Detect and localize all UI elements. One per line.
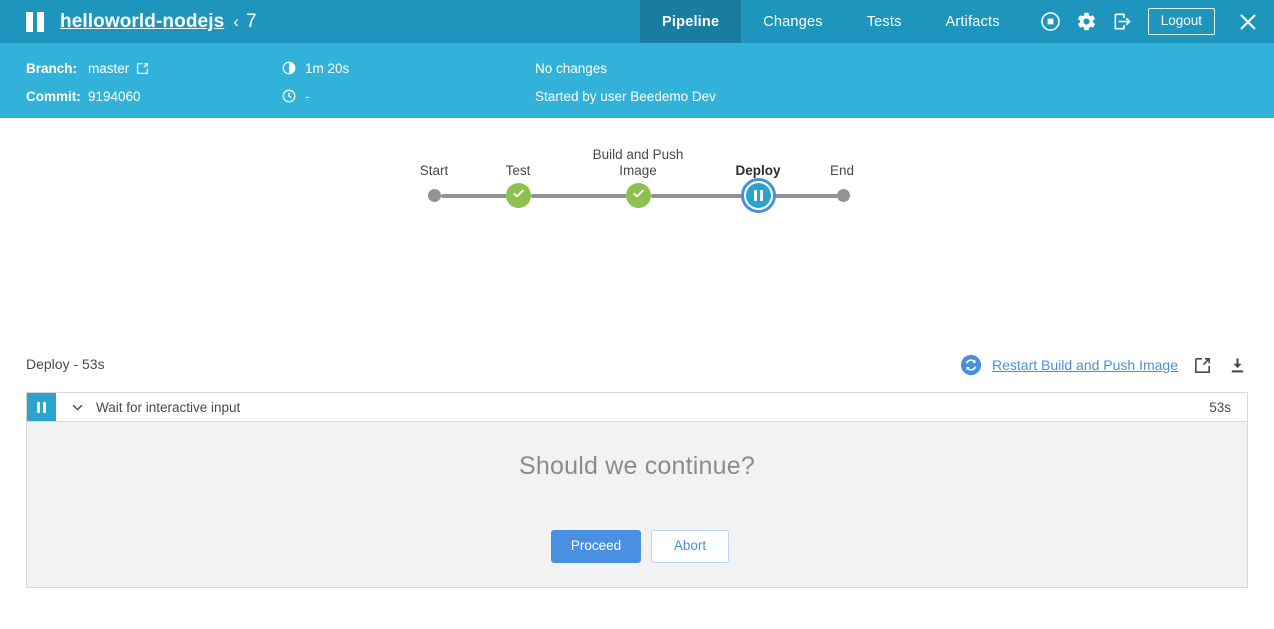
step-list: Wait for interactive input 53s Should we… xyxy=(26,392,1248,588)
stage-result-title: Deploy - 53s xyxy=(26,356,105,372)
pause-bars xyxy=(37,401,46,413)
stage-result-header: Deploy - 53s Restart Build and Push Imag… xyxy=(0,354,1274,388)
top-bar-spacer xyxy=(257,0,641,43)
external-link-icon[interactable] xyxy=(136,62,149,75)
stop-icon[interactable] xyxy=(1040,11,1062,33)
commit-row: Commit: 9194060 xyxy=(26,82,149,110)
close-icon[interactable] xyxy=(1235,9,1261,35)
abort-button[interactable]: Abort xyxy=(651,530,729,563)
commit-value: 9194060 xyxy=(88,88,141,104)
meta-cause-group: No changes Started by user Beedemo Dev xyxy=(535,54,716,110)
tab-pipeline[interactable]: Pipeline xyxy=(640,0,742,43)
started-by-row: Started by user Beedemo Dev xyxy=(535,82,716,110)
tab-bar: Pipeline Changes Tests Artifacts xyxy=(640,0,1022,43)
pause-icon xyxy=(26,11,44,32)
changes-row: No changes xyxy=(535,54,716,82)
check-icon xyxy=(511,186,526,206)
run-number: 7 xyxy=(245,10,257,32)
branch-value: master xyxy=(88,60,130,76)
clock-icon xyxy=(281,89,296,104)
graph-node-start[interactable] xyxy=(428,189,441,202)
graph-node-deploy[interactable] xyxy=(746,183,771,208)
branch-row: Branch: master xyxy=(26,54,149,82)
interactive-input-panel: Should we continue? Proceed Abort xyxy=(26,422,1248,588)
top-bar-icon-group: Logout xyxy=(1022,8,1274,35)
graph-node-test[interactable] xyxy=(506,183,531,208)
input-button-group: Proceed Abort xyxy=(27,530,1247,563)
step-duration: 53s xyxy=(1209,399,1231,415)
tab-changes[interactable]: Changes xyxy=(741,0,844,43)
logout-button[interactable]: Logout xyxy=(1147,8,1215,35)
graph-edge-test-build xyxy=(531,194,627,198)
run-metadata-bar: Branch: master Commit: 9194060 1m 20s - … xyxy=(0,43,1274,118)
started-by-text: Started by user Beedemo Dev xyxy=(535,88,716,104)
external-link-icon[interactable] xyxy=(1192,355,1213,376)
download-icon[interactable] xyxy=(1227,355,1248,376)
gear-icon[interactable] xyxy=(1076,11,1098,33)
input-question: Should we continue? xyxy=(519,452,755,480)
blue-ocean-run-page: helloworld-nodejs ‹ 7 Pipeline Changes T… xyxy=(0,0,1274,629)
duration-value: 1m 20s xyxy=(305,60,350,76)
pause-icon[interactable] xyxy=(27,393,56,421)
graph-edge-deploy-end xyxy=(775,194,841,198)
duration-icon xyxy=(281,61,296,76)
commit-label: Commit: xyxy=(26,88,81,104)
meta-timing-group: 1m 20s - xyxy=(281,54,349,110)
pipeline-graph: Start Test Build and Push Image Deploy E… xyxy=(0,118,1274,350)
proceed-button[interactable]: Proceed xyxy=(551,530,641,563)
stage-result-actions: Restart Build and Push Image xyxy=(960,354,1248,376)
breadcrumb-chevron-icon: ‹ xyxy=(233,11,239,31)
duration-row: 1m 20s xyxy=(281,54,349,82)
graph-edge-start-test xyxy=(441,194,515,198)
top-navigation-bar: helloworld-nodejs ‹ 7 Pipeline Changes T… xyxy=(0,0,1274,43)
branch-label: Branch: xyxy=(26,60,78,76)
tab-tests[interactable]: Tests xyxy=(845,0,924,43)
step-row[interactable]: Wait for interactive input 53s xyxy=(26,392,1248,422)
step-title: Wait for interactive input xyxy=(96,399,241,415)
meta-scm-group: Branch: master Commit: 9194060 xyxy=(26,54,149,110)
graph-node-label-test: Test xyxy=(505,163,531,178)
project-name-link[interactable]: helloworld-nodejs xyxy=(60,11,224,33)
graph-edge-build-deploy xyxy=(651,194,743,198)
check-icon xyxy=(631,186,646,206)
clock-row: - xyxy=(281,82,349,110)
replay-icon[interactable] xyxy=(960,354,982,376)
graph-node-build-and-push-image[interactable] xyxy=(626,183,651,208)
chevron-down-icon[interactable] xyxy=(66,401,88,414)
pause-icon xyxy=(754,190,763,201)
clock-value: - xyxy=(305,88,310,104)
login-icon[interactable] xyxy=(1112,11,1134,33)
graph-node-label-build-and-push-image: Build and Push Image xyxy=(592,147,684,178)
tab-artifacts[interactable]: Artifacts xyxy=(924,0,1022,43)
changes-text: No changes xyxy=(535,60,608,76)
graph-node-label-end: End xyxy=(829,163,855,178)
top-bar-left-group: helloworld-nodejs ‹ 7 xyxy=(0,0,257,43)
restart-stage-link[interactable]: Restart Build and Push Image xyxy=(992,357,1178,373)
graph-node-end[interactable] xyxy=(837,189,850,202)
